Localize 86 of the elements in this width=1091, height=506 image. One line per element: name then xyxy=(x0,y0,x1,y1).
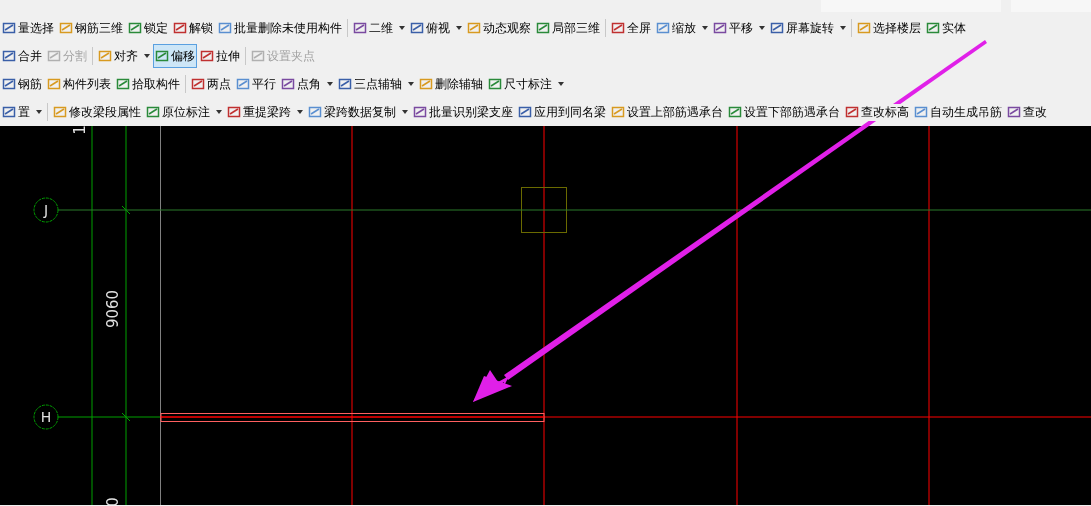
tool-icon xyxy=(611,21,625,35)
tool-icon xyxy=(518,105,532,119)
toolbar-button[interactable]: 实体 xyxy=(924,16,968,40)
toolbar-button[interactable]: 屏幕旋转 xyxy=(768,16,848,40)
toolbar-button[interactable]: 三点辅轴 xyxy=(336,72,416,96)
caret-icon xyxy=(408,82,414,86)
caret-icon xyxy=(840,26,846,30)
caret-icon xyxy=(327,82,333,86)
tool-icon xyxy=(713,21,727,35)
tool-icon xyxy=(1007,105,1021,119)
toolbar-button[interactable]: 解锁 xyxy=(171,16,215,40)
caret-icon xyxy=(702,26,708,30)
dimension-text: 1 xyxy=(71,126,89,135)
toolbar-button[interactable]: 对齐 xyxy=(96,44,152,68)
tool-icon xyxy=(467,21,481,35)
dimension-text: 9060 xyxy=(104,289,122,329)
tool-icon xyxy=(914,105,928,119)
caret-icon xyxy=(36,110,42,114)
tool-icon xyxy=(281,77,295,91)
tool-icon xyxy=(353,21,367,35)
tool-icon xyxy=(611,105,625,119)
tool-icon xyxy=(419,77,433,91)
tool-icon xyxy=(146,105,160,119)
tool-icon xyxy=(926,21,940,35)
toolbar-button[interactable]: 原位标注 xyxy=(144,100,224,124)
toolbar-button[interactable]: 点角 xyxy=(279,72,335,96)
tool-icon xyxy=(47,77,61,91)
tool-icon xyxy=(857,21,871,35)
toolbar-button[interactable]: 偏移 xyxy=(153,44,197,68)
tool-icon xyxy=(155,49,169,63)
tool-icon xyxy=(200,49,214,63)
tick-mark xyxy=(121,412,131,422)
tool-icon xyxy=(128,21,142,35)
tool-icon xyxy=(410,21,424,35)
tool-icon xyxy=(236,77,250,91)
tool-icon xyxy=(191,77,205,91)
toolbar-button[interactable]: 平行 xyxy=(234,72,278,96)
tool-icon xyxy=(536,21,550,35)
caret-icon xyxy=(558,82,564,86)
toolbar-button[interactable]: 钢筋 xyxy=(0,72,44,96)
tool-icon xyxy=(2,21,16,35)
tool-icon xyxy=(728,105,742,119)
caret-icon xyxy=(456,26,462,30)
tick-mark xyxy=(121,205,131,215)
tool-icon xyxy=(308,105,322,119)
tool-icon xyxy=(218,21,232,35)
tool-icon xyxy=(845,105,859,119)
tool-icon xyxy=(2,105,16,119)
tool-icon xyxy=(98,49,112,63)
toolbar-button[interactable]: 缩放 xyxy=(654,16,710,40)
tool-icon xyxy=(47,49,61,63)
toolbar-button[interactable]: 重提梁跨 xyxy=(225,100,305,124)
tool-icon xyxy=(251,49,265,63)
axis-label: J xyxy=(43,202,49,218)
tool-icon xyxy=(227,105,241,119)
tool-icon xyxy=(116,77,130,91)
toolbar-button[interactable]: 俯视 xyxy=(408,16,464,40)
toolbar-button[interactable]: 锁定 xyxy=(126,16,170,40)
tool-icon xyxy=(338,77,352,91)
caret-icon xyxy=(216,110,222,114)
caret-icon xyxy=(297,110,303,114)
dimension-text: 0 xyxy=(104,497,122,505)
toolbar-button[interactable]: 两点 xyxy=(189,72,233,96)
tool-icon xyxy=(488,77,502,91)
tool-icon xyxy=(656,21,670,35)
caret-icon xyxy=(759,26,765,30)
toolbar-button[interactable]: 二维 xyxy=(351,16,407,40)
tool-icon xyxy=(2,49,16,63)
toolbar-button[interactable]: 全屏 xyxy=(609,16,653,40)
toolbar-button[interactable]: 置 xyxy=(0,100,44,124)
toolbar-button[interactable]: 平移 xyxy=(711,16,767,40)
toolbar-button[interactable]: 拉伸 xyxy=(198,44,242,68)
tool-icon xyxy=(173,21,187,35)
caret-icon xyxy=(402,110,408,114)
caret-icon xyxy=(399,26,405,30)
column-outline xyxy=(521,187,567,233)
tool-icon xyxy=(770,21,784,35)
tool-icon xyxy=(2,77,16,91)
toolbar-button[interactable]: 量选择 xyxy=(0,16,56,40)
toolbar-button[interactable]: 合并 xyxy=(0,44,44,68)
tool-icon xyxy=(53,105,67,119)
axis-label: H xyxy=(40,409,52,425)
toolbar-button[interactable]: 查改 xyxy=(1005,100,1049,124)
tool-icon xyxy=(59,21,73,35)
tool-icon xyxy=(413,105,427,119)
toolbar-button[interactable]: 尺寸标注 xyxy=(486,72,566,96)
